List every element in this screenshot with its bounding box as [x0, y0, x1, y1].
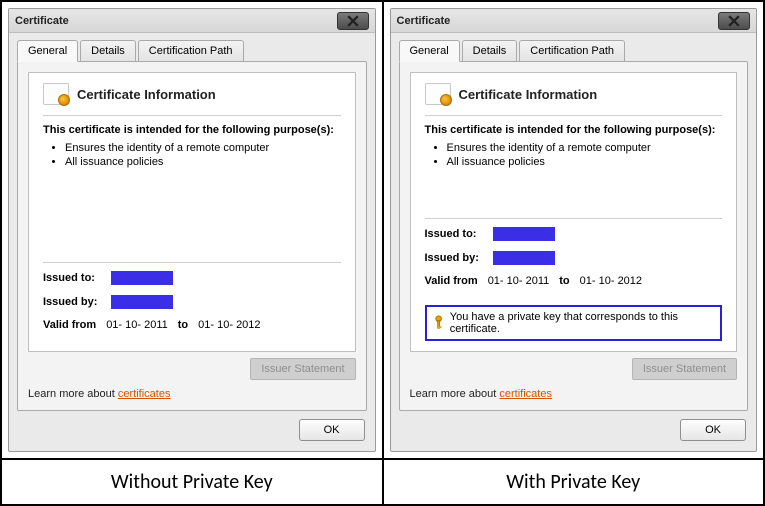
private-key-text: You have a private key that corresponds …: [450, 311, 714, 335]
valid-to-value: 01- 10- 2012: [580, 275, 642, 287]
divider: [43, 262, 341, 263]
learn-more-prefix: Learn more about: [410, 388, 500, 400]
comparison-column: Certificate GeneralDetailsCertification P…: [2, 2, 384, 504]
certificates-link[interactable]: certificates: [118, 388, 171, 400]
valid-to-label: to: [559, 275, 569, 287]
learn-more-prefix: Learn more about: [28, 388, 118, 400]
learn-more-row: Learn more about certificates: [28, 388, 356, 400]
valid-from-value: 01- 10- 2011: [488, 275, 550, 287]
info-title: Certificate Information: [77, 87, 216, 102]
valid-from-label: Valid from: [43, 319, 96, 331]
issued-by-row: Issued by:: [43, 295, 341, 309]
column-caption: Without Private Key: [2, 458, 382, 504]
footer: Issuer Statement Learn more about certifi…: [28, 358, 356, 400]
valid-to-value: 01- 10- 2012: [198, 319, 260, 331]
issuer-row: Issuer Statement: [28, 358, 356, 380]
valid-from-value: 01- 10- 2011: [106, 319, 168, 331]
valid-row: Valid from 01- 10- 2011 to 01- 10- 2012: [43, 319, 341, 331]
ok-row: OK: [9, 419, 375, 451]
footer: Issuer Statement Learn more about certifi…: [410, 358, 738, 400]
tab-certification-path[interactable]: Certification Path: [138, 40, 244, 62]
purpose-item: Ensures the identity of a remote compute…: [65, 142, 341, 154]
tab-general[interactable]: General: [399, 40, 460, 62]
valid-to-label: to: [178, 319, 188, 331]
issued-to-row: Issued to:: [43, 271, 341, 285]
purposes-list: Ensures the identity of a remote compute…: [65, 142, 341, 170]
info-header: Certificate Information: [425, 83, 723, 105]
purpose-item: All issuance policies: [447, 156, 723, 168]
divider: [425, 218, 723, 219]
ok-row: OK: [391, 419, 757, 451]
key-icon: [433, 315, 444, 331]
tab-body-general: Certificate Information This certificate …: [399, 61, 749, 411]
window-title: Certificate: [15, 15, 337, 27]
learn-more-row: Learn more about certificates: [410, 388, 738, 400]
issued-by-value: [493, 251, 555, 265]
certificates-link[interactable]: certificates: [499, 388, 552, 400]
close-button[interactable]: [337, 12, 369, 30]
private-key-box: You have a private key that corresponds …: [425, 305, 723, 341]
certificate-dialog: Certificate GeneralDetailsCertification P…: [8, 8, 376, 452]
divider: [425, 115, 723, 116]
info-panel: Certificate Information This certificate …: [410, 72, 738, 352]
tab-details[interactable]: Details: [462, 40, 518, 62]
spacer: [43, 176, 341, 258]
issued-to-row: Issued to:: [425, 227, 723, 241]
intended-text: This certificate is intended for the fol…: [425, 124, 723, 136]
purpose-item: Ensures the identity of a remote compute…: [447, 142, 723, 154]
info-header: Certificate Information: [43, 83, 341, 105]
issuer-statement-button: Issuer Statement: [632, 358, 737, 380]
issued-by-row: Issued by:: [425, 251, 723, 265]
spacer: [425, 176, 723, 214]
issued-to-value: [493, 227, 555, 241]
tab-details[interactable]: Details: [80, 40, 136, 62]
window-title: Certificate: [397, 15, 719, 27]
tab-strip: GeneralDetailsCertification Path: [391, 33, 757, 61]
info-panel: Certificate Information This certificate …: [28, 72, 356, 352]
tab-strip: GeneralDetailsCertification Path: [9, 33, 375, 61]
certificate-dialog: Certificate GeneralDetailsCertification P…: [390, 8, 758, 452]
titlebar: Certificate: [9, 9, 375, 33]
tab-general[interactable]: General: [17, 40, 78, 62]
tab-body-general: Certificate Information This certificate …: [17, 61, 367, 411]
issued-by-label: Issued by:: [43, 296, 105, 308]
purposes-list: Ensures the identity of a remote compute…: [447, 142, 723, 170]
titlebar: Certificate: [391, 9, 757, 33]
issued-to-label: Issued to:: [43, 272, 105, 284]
issued-to-label: Issued to:: [425, 228, 487, 240]
dialog-wrap: Certificate GeneralDetailsCertification P…: [384, 2, 764, 458]
issued-by-value: [111, 295, 173, 309]
certificate-icon: [425, 83, 451, 105]
intended-text: This certificate is intended for the fol…: [43, 124, 341, 136]
valid-from-label: Valid from: [425, 275, 478, 287]
tab-certification-path[interactable]: Certification Path: [519, 40, 625, 62]
ok-button[interactable]: OK: [680, 419, 746, 441]
comparison-column: Certificate GeneralDetailsCertification P…: [384, 2, 764, 504]
ok-button[interactable]: OK: [299, 419, 365, 441]
dialog-wrap: Certificate GeneralDetailsCertification P…: [2, 2, 382, 458]
close-icon: [728, 15, 740, 27]
issued-to-value: [111, 271, 173, 285]
issuer-statement-button: Issuer Statement: [250, 358, 355, 380]
close-icon: [347, 15, 359, 27]
issuer-row: Issuer Statement: [410, 358, 738, 380]
ribbon-icon: [58, 94, 70, 106]
purpose-item: All issuance policies: [65, 156, 341, 168]
certificate-icon: [43, 83, 69, 105]
info-title: Certificate Information: [459, 87, 598, 102]
close-button[interactable]: [718, 12, 750, 30]
column-caption: With Private Key: [384, 458, 764, 504]
valid-row: Valid from 01- 10- 2011 to 01- 10- 2012: [425, 275, 723, 287]
ribbon-icon: [440, 94, 452, 106]
divider: [43, 115, 341, 116]
issued-by-label: Issued by:: [425, 252, 487, 264]
